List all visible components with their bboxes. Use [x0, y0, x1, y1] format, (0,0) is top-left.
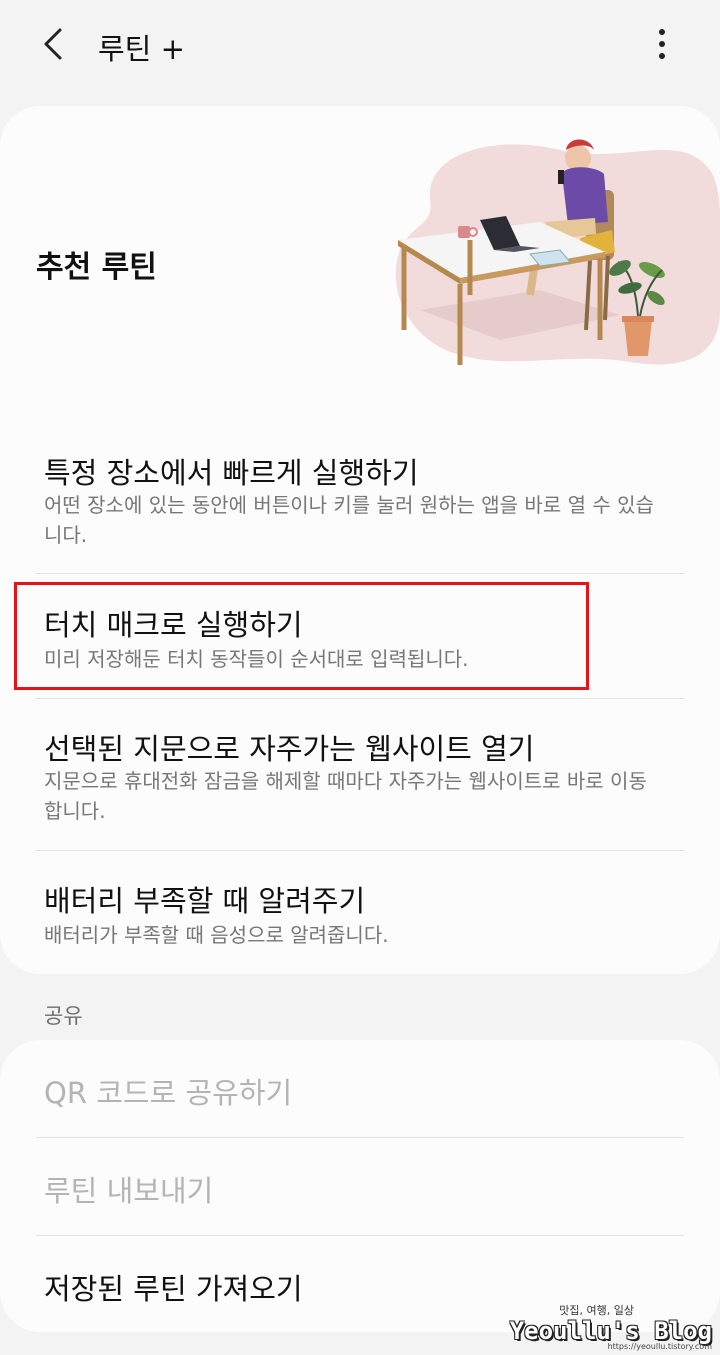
- share-item-label: 루틴 내보내기: [44, 1174, 214, 1208]
- share-item-label: 저장된 루틴 가져오기: [44, 1272, 303, 1306]
- divider: [36, 573, 684, 574]
- chevron-left-icon: [44, 28, 62, 60]
- watermark-tagline: 맛집, 여행, 일상: [559, 1304, 634, 1317]
- routine-item-low-battery[interactable]: 배터리 부족할 때 알려주기 배터리가 부족할 때 음성으로 알려줍니다.: [0, 866, 720, 966]
- more-vertical-icon: [659, 29, 665, 59]
- routine-item-touch-macro[interactable]: 터치 매크로 실행하기 미리 저장해둔 터치 동작들이 순서대로 입력됩니다.: [0, 590, 720, 696]
- divider: [36, 698, 684, 699]
- routine-item-title: 특정 장소에서 빠르게 실행하기: [44, 456, 419, 490]
- routine-item-title: 배터리 부족할 때 알려주기: [44, 884, 366, 918]
- app-bar: 루틴 +: [0, 0, 720, 92]
- watermark-name: Yeoullu's Blog: [509, 1317, 712, 1345]
- routine-item-description: 미리 저장해둔 터치 동작들이 순서대로 입력됩니다.: [44, 647, 469, 671]
- routine-item-description: 지문으로 휴대전화 잠금을 해제할 때마다 자주가는 웹사이트로 바로 이동합니…: [44, 769, 647, 823]
- divider: [36, 850, 684, 851]
- routine-item-title: 터치 매크로 실행하기: [44, 608, 303, 642]
- watermark: 맛집, 여행, 일상 Yeoullu's Blog https://yeoull…: [510, 1302, 712, 1351]
- routine-item-fingerprint-website[interactable]: 선택된 지문으로 자주가는 웹사이트 열기 지문으로 휴대전화 잠금을 해제할 …: [0, 716, 720, 848]
- routine-item-description: 배터리가 부족할 때 음성으로 알려줍니다.: [44, 923, 389, 947]
- back-button[interactable]: [32, 20, 76, 68]
- routine-item-description: 어떤 장소에 있는 동안에 버튼이나 키를 눌러 원하는 앱을 바로 열 수 있…: [44, 493, 654, 547]
- more-options-button[interactable]: [642, 20, 682, 68]
- share-item-label: QR 코드로 공유하기: [44, 1076, 293, 1110]
- share-qr-code-item[interactable]: QR 코드로 공유하기: [0, 1040, 720, 1138]
- person-at-desk-illustration: [395, 139, 720, 365]
- section-header-share: 공유: [44, 1004, 83, 1028]
- routine-item-location[interactable]: 특정 장소에서 빠르게 실행하기 어떤 장소에 있는 동안에 버튼이나 키를 눌…: [0, 440, 720, 572]
- page-title: 루틴 +: [98, 32, 185, 66]
- section-title-recommended: 추천 루틴: [36, 250, 157, 285]
- routine-item-title: 선택된 지문으로 자주가는 웹사이트 열기: [44, 732, 535, 766]
- export-routine-item[interactable]: 루틴 내보내기: [0, 1138, 720, 1236]
